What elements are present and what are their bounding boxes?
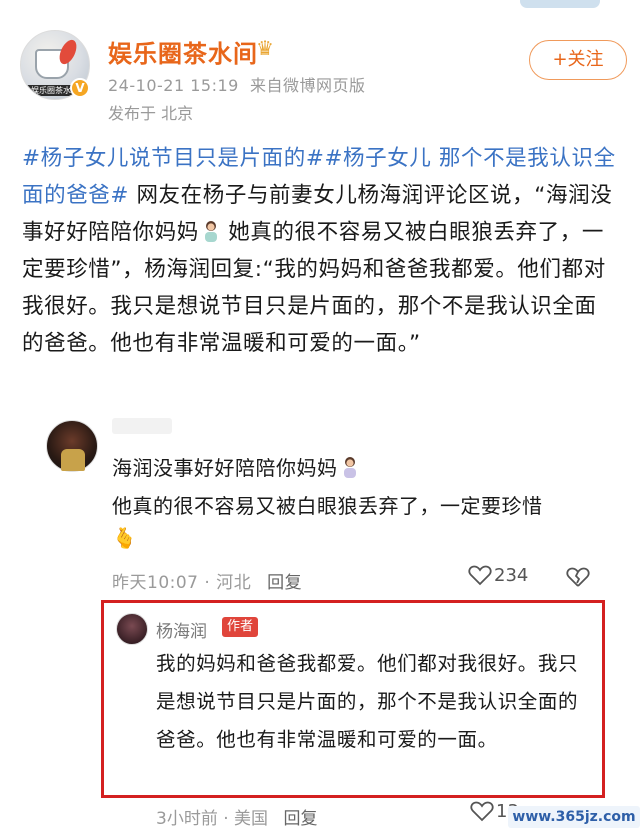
woman-emoji-icon bbox=[204, 221, 217, 242]
comment-text: 海润没事好好陪陪你妈妈 bbox=[112, 452, 360, 481]
post-meta: 24-10-21 15:19 来自微博网页版 bbox=[108, 72, 366, 96]
reply-footer: 3小时前 · 美国 回复 bbox=[156, 809, 318, 829]
reply-button[interactable]: 回复 bbox=[267, 573, 302, 593]
like-count: 234 bbox=[494, 565, 529, 586]
crown-icon: ♛ bbox=[256, 36, 274, 60]
reply-time: 3小时前 bbox=[156, 809, 218, 829]
post-timestamp: 24-10-21 15:19 bbox=[108, 76, 239, 95]
commenter-name-redacted bbox=[112, 418, 172, 434]
author-name[interactable]: 娱乐圈茶水间 bbox=[108, 34, 258, 69]
post-location: 发布于 北京 bbox=[108, 104, 194, 123]
robe-graphic bbox=[61, 449, 85, 471]
broken-heart-icon bbox=[566, 567, 590, 587]
heart-hand-emoji-icon: 🫰 bbox=[112, 526, 137, 550]
reply-button[interactable]: 回复 bbox=[283, 809, 317, 829]
comment-time: 昨天10:07 bbox=[112, 573, 199, 593]
reply-location: 美国 bbox=[234, 809, 269, 829]
commenter-avatar[interactable] bbox=[46, 420, 98, 472]
top-decoration bbox=[520, 0, 600, 8]
heart-icon bbox=[470, 801, 494, 822]
post-source: 来自微博网页版 bbox=[250, 76, 366, 95]
comment-section: 海润没事好好陪陪你妈妈 他真的很不容易又被白眼狼丢弃了，一定要珍惜 🫰 昨天10… bbox=[0, 404, 640, 829]
comment-location: 河北 bbox=[216, 573, 252, 593]
share-icon[interactable] bbox=[566, 566, 590, 592]
woman-emoji-icon bbox=[343, 457, 356, 478]
reply-author-name[interactable]: 杨海润 bbox=[156, 617, 207, 642]
author-badge: 作者 bbox=[222, 617, 259, 637]
comment-line: 海润没事好好陪陪你妈妈 bbox=[112, 456, 338, 480]
reply-author-avatar[interactable] bbox=[116, 613, 148, 645]
comment-line: 他真的很不容易又被白眼狼丢弃了，一定要珍惜 bbox=[112, 494, 543, 518]
steam-graphic bbox=[56, 37, 80, 67]
reply-text: 我的妈妈和爸爸我都爱。他们都对我很好。我只是想说节目只是片面的，那个不是我认识全… bbox=[156, 652, 579, 751]
verified-badge-icon: V bbox=[70, 78, 90, 98]
post-header: 娱乐圈茶水间 V 娱乐圈茶水间 ♛ 24-10-21 15:19 来自微博网页版… bbox=[16, 22, 628, 123]
hashtag-link[interactable]: #杨子女儿说节目只是片面的# bbox=[22, 146, 324, 171]
site-watermark: www.365jz.com bbox=[508, 806, 640, 828]
like-button[interactable]: 234 bbox=[468, 564, 528, 586]
heart-icon bbox=[468, 565, 492, 586]
top-strip bbox=[0, 0, 640, 12]
post-body: #杨子女儿说节目只是片面的##杨子女儿 那个不是我认识全面的爸爸# 网友在杨子与… bbox=[22, 140, 618, 362]
author-reply-highlight: 杨海润 作者 我的妈妈和爸爸我都爱。他们都对我很好。我只是想说节目只是片面的，那… bbox=[101, 600, 605, 798]
comment-footer: 昨天10:07 · 河北 回复 bbox=[112, 573, 303, 593]
follow-button[interactable]: +关注 bbox=[529, 40, 627, 80]
